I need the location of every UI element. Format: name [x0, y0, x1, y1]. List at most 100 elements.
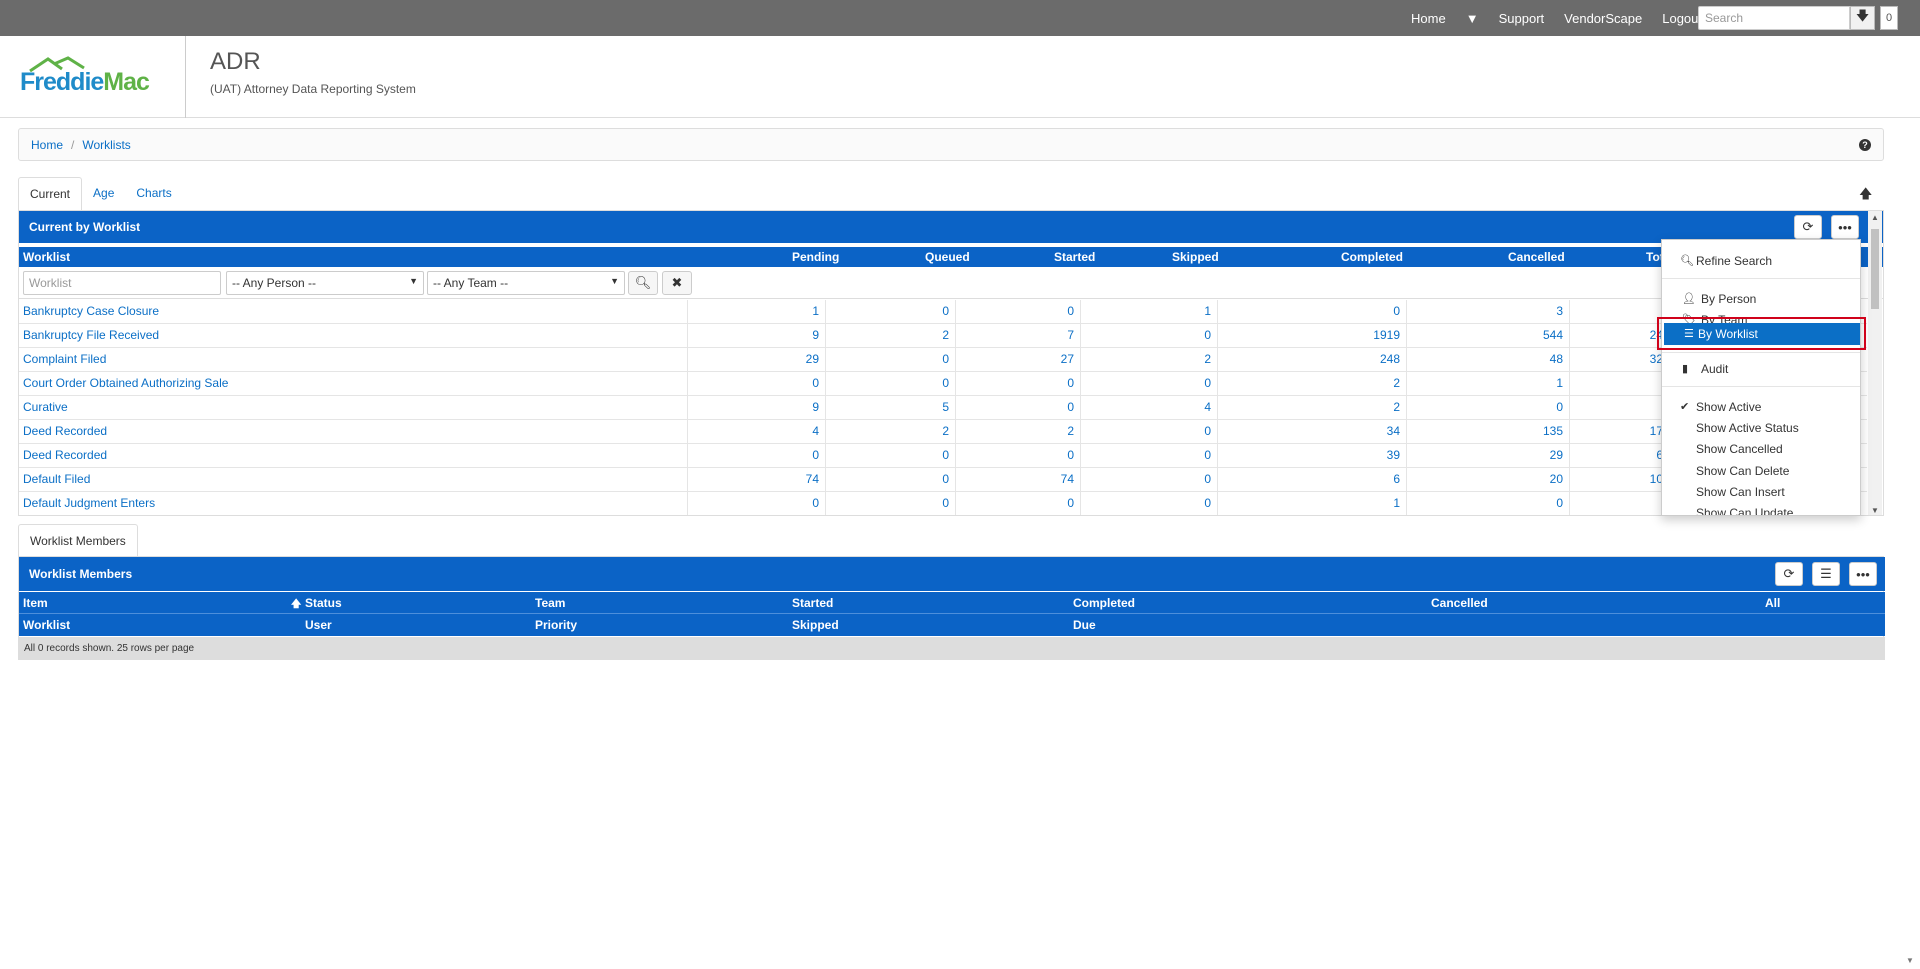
worklist-name-link[interactable]: Court Order Obtained Authorizing Sale — [23, 372, 683, 395]
col-skipped[interactable]: Skipped — [1172, 250, 1219, 264]
cell-queued[interactable]: 2 — [825, 420, 955, 443]
cell-queued[interactable]: 0 — [825, 372, 955, 395]
menu-show-cancelled[interactable]: Show Cancelled — [1662, 440, 1860, 458]
menu-show-active-status[interactable]: Show Active Status — [1662, 419, 1860, 437]
cell-total[interactable] — [1569, 372, 1669, 395]
nav-vendorscape[interactable]: VendorScape — [1564, 11, 1642, 26]
cell-completed[interactable]: 6 — [1217, 468, 1406, 491]
cell-started[interactable]: 0 — [955, 444, 1080, 467]
cell-total[interactable] — [1569, 396, 1669, 419]
col-completed[interactable]: Completed — [1073, 596, 1135, 610]
col-team[interactable]: Team — [535, 596, 565, 610]
cell-queued[interactable]: 2 — [825, 324, 955, 347]
cell-pending[interactable]: 29 — [687, 348, 825, 371]
freddie-mac-logo[interactable]: FreddieMac — [20, 56, 160, 96]
col-worklist[interactable]: Worklist — [23, 618, 70, 632]
worklist-name-link[interactable]: Default Filed — [23, 468, 683, 491]
cell-cancelled[interactable]: 3 — [1406, 300, 1569, 323]
scroll-down-icon[interactable]: ▼ — [1871, 506, 1879, 515]
cell-queued[interactable]: 0 — [825, 492, 955, 515]
scroll-up-icon[interactable]: ▲ — [1871, 213, 1879, 222]
tab-worklist-members[interactable]: Worklist Members — [18, 524, 138, 557]
tab-current[interactable]: Current — [18, 177, 83, 210]
members-list-view-button[interactable]: ☰ — [1812, 562, 1840, 586]
cell-total[interactable]: 24 — [1569, 324, 1669, 347]
cell-skipped[interactable]: 2 — [1080, 348, 1217, 371]
worklist-filter-input[interactable]: Worklist — [23, 271, 221, 295]
cell-cancelled[interactable]: 48 — [1406, 348, 1569, 371]
col-worklist[interactable]: Worklist — [23, 250, 70, 264]
cell-started[interactable]: 0 — [955, 372, 1080, 395]
col-started[interactable]: Started — [792, 596, 833, 610]
cell-completed[interactable]: 2 — [1217, 396, 1406, 419]
cell-started[interactable]: 2 — [955, 420, 1080, 443]
cell-completed[interactable]: 1 — [1217, 492, 1406, 515]
cell-started[interactable]: 0 — [955, 300, 1080, 323]
cell-cancelled[interactable]: 1 — [1406, 372, 1569, 395]
cell-pending[interactable]: 4 — [687, 420, 825, 443]
cell-queued[interactable]: 0 — [825, 300, 955, 323]
cell-cancelled[interactable]: 0 — [1406, 492, 1569, 515]
col-completed[interactable]: Completed — [1341, 250, 1403, 264]
menu-show-active[interactable]: ✔ Show Active — [1662, 398, 1860, 416]
cell-skipped[interactable]: 1 — [1080, 300, 1217, 323]
cell-pending[interactable]: 9 — [687, 324, 825, 347]
table-scrollbar[interactable]: ▲ ▼ — [1868, 211, 1882, 515]
tab-age[interactable]: Age — [82, 177, 125, 210]
cell-completed[interactable]: 0 — [1217, 300, 1406, 323]
filter-search-button[interactable]: 🔍︎ — [628, 271, 658, 295]
menu-show-can-update[interactable]: Show Can Update — [1662, 504, 1860, 515]
cell-skipped[interactable]: 0 — [1080, 444, 1217, 467]
cell-started[interactable]: 74 — [955, 468, 1080, 491]
cell-total[interactable]: 32 — [1569, 348, 1669, 371]
cell-completed[interactable]: 2 — [1217, 372, 1406, 395]
col-due[interactable]: Due — [1073, 618, 1096, 632]
tab-charts[interactable]: Charts — [125, 177, 182, 210]
cell-pending[interactable]: 0 — [687, 372, 825, 395]
help-icon[interactable]: ? — [1859, 139, 1871, 151]
filter-clear-button[interactable]: ✖ — [662, 271, 692, 295]
search-download-button[interactable]: 🡇 — [1850, 6, 1875, 30]
cell-cancelled[interactable]: 29 — [1406, 444, 1569, 467]
team-select[interactable]: -- Any Team -- ▼ — [427, 271, 625, 295]
more-options-button[interactable]: ••• — [1831, 215, 1859, 239]
menu-show-can-insert[interactable]: Show Can Insert — [1662, 483, 1860, 501]
menu-audit[interactable]: ▮ Audit — [1662, 360, 1860, 378]
person-select[interactable]: -- Any Person -- ▼ — [226, 271, 424, 295]
arrow-up-icon[interactable]: 🡅 — [1859, 185, 1872, 207]
col-queued[interactable]: Queued — [925, 250, 970, 264]
cell-queued[interactable]: 0 — [825, 468, 955, 491]
menu-show-can-delete[interactable]: Show Can Delete — [1662, 462, 1860, 480]
col-all[interactable]: All — [1765, 596, 1780, 610]
cell-completed[interactable]: 248 — [1217, 348, 1406, 371]
cell-skipped[interactable]: 4 — [1080, 396, 1217, 419]
worklist-name-link[interactable]: Bankruptcy File Received — [23, 324, 683, 347]
members-more-options-button[interactable]: ••• — [1849, 562, 1877, 586]
nav-logout[interactable]: Logout — [1662, 11, 1702, 26]
cell-started[interactable]: 0 — [955, 396, 1080, 419]
cell-pending[interactable]: 0 — [687, 444, 825, 467]
cell-queued[interactable]: 5 — [825, 396, 955, 419]
cell-cancelled[interactable]: 0 — [1406, 396, 1569, 419]
cell-total[interactable]: 10 — [1569, 468, 1669, 491]
col-cancelled[interactable]: Cancelled — [1508, 250, 1565, 264]
col-item[interactable]: Item — [23, 596, 48, 610]
nav-home[interactable]: Home ▼ — [1391, 11, 1479, 26]
cell-started[interactable]: 7 — [955, 324, 1080, 347]
cell-queued[interactable]: 0 — [825, 348, 955, 371]
cell-total[interactable]: 17 — [1569, 420, 1669, 443]
cell-completed[interactable]: 39 — [1217, 444, 1406, 467]
refresh-button[interactable]: ⟳ — [1794, 215, 1822, 239]
worklist-name-link[interactable]: Default Judgment Enters — [23, 492, 683, 515]
cell-started[interactable]: 27 — [955, 348, 1080, 371]
breadcrumb-home[interactable]: Home — [31, 138, 63, 152]
cell-total[interactable] — [1569, 492, 1669, 515]
members-refresh-button[interactable]: ⟳ — [1775, 562, 1803, 586]
cell-skipped[interactable]: 0 — [1080, 468, 1217, 491]
notification-count[interactable]: 0 — [1880, 6, 1898, 30]
cell-skipped[interactable]: 0 — [1080, 324, 1217, 347]
sort-up-icon[interactable]: 🡅 — [291, 597, 301, 614]
col-cancelled[interactable]: Cancelled — [1431, 596, 1488, 610]
breadcrumb-worklists[interactable]: Worklists — [82, 138, 130, 152]
menu-by-person[interactable]: 👤︎ By Person — [1662, 290, 1860, 308]
